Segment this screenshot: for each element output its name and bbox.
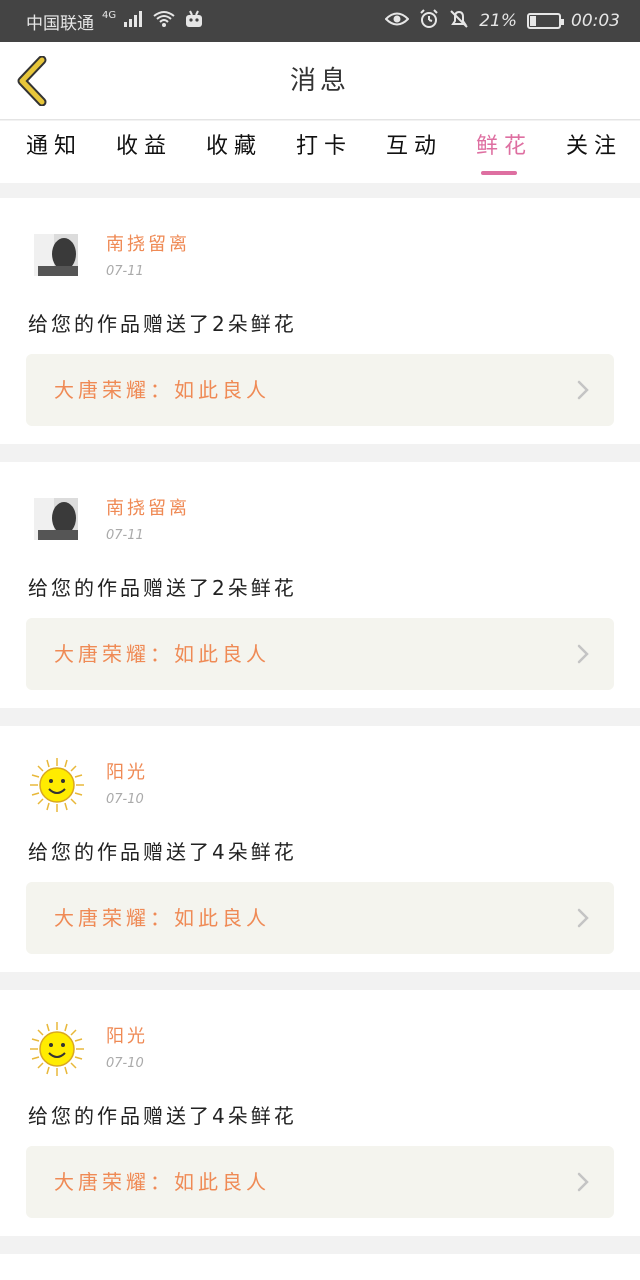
message-text: 给您的作品赠送了2朵鲜花	[28, 312, 297, 336]
username[interactable]: 南挠留离	[106, 230, 190, 256]
tab-interaction[interactable]: 互动	[386, 121, 442, 183]
eye-icon	[384, 11, 410, 32]
tab-checkin[interactable]: 打卡	[296, 121, 352, 183]
page-title: 消息	[289, 66, 350, 96]
user-avatar[interactable]	[28, 228, 86, 286]
status-right: 21% 00:03	[384, 0, 620, 42]
robot-icon	[184, 10, 204, 33]
clock: 00:03	[571, 11, 620, 31]
tab-favorites[interactable]: 收藏	[206, 121, 262, 183]
network-type: 4G	[102, 9, 117, 21]
chevron-right-icon	[577, 908, 589, 928]
message-text: 给您的作品赠送了2朵鲜花	[28, 576, 297, 600]
work-title: 大唐荣耀：如此良人	[54, 1170, 270, 1194]
battery-percent: 21%	[479, 11, 517, 31]
user-avatar[interactable]	[28, 756, 86, 814]
tab-bar: 通知 收益 收藏 打卡 互动 鲜花 关注	[0, 121, 640, 183]
user-avatar[interactable]	[28, 1020, 86, 1078]
chevron-right-icon	[577, 1172, 589, 1192]
chevron-right-icon	[577, 644, 589, 664]
app-header: 消息	[0, 42, 640, 120]
message-date: 07-10	[106, 792, 144, 807]
message-card: 南挠留离 07-11 给您的作品赠送了2朵鲜花 大唐荣耀：如此良人	[0, 462, 640, 708]
status-left: 中国联通 4G	[26, 0, 204, 42]
battery-icon	[527, 13, 564, 29]
carrier-label: 中国联通	[26, 13, 94, 34]
work-title: 大唐荣耀：如此良人	[54, 642, 270, 666]
message-card: 阳光 07-10 给您的作品赠送了4朵鲜花 大唐荣耀：如此良人	[0, 726, 640, 972]
username[interactable]: 阳光	[106, 758, 148, 784]
username[interactable]: 南挠留离	[106, 494, 190, 520]
work-link[interactable]: 大唐荣耀：如此良人	[26, 1146, 614, 1218]
work-title: 大唐荣耀：如此良人	[54, 906, 270, 930]
status-bar: 中国联通 4G 21% 00:03	[0, 0, 640, 42]
message-date: 07-11	[106, 528, 144, 543]
message-date: 07-10	[106, 1056, 144, 1071]
message-date: 07-11	[106, 264, 144, 279]
tab-earnings[interactable]: 收益	[116, 121, 172, 183]
tab-notifications[interactable]: 通知	[26, 121, 82, 183]
message-text: 给您的作品赠送了4朵鲜花	[28, 840, 297, 864]
battery-level	[530, 16, 536, 26]
signal-icon	[124, 10, 144, 32]
message-text: 给您的作品赠送了4朵鲜花	[28, 1104, 297, 1128]
tab-follow[interactable]: 关注	[566, 121, 622, 183]
active-tab-indicator	[481, 171, 517, 175]
message-card: 南挠留离 07-11 给您的作品赠送了2朵鲜花 大唐荣耀：如此良人	[0, 198, 640, 444]
work-title: 大唐荣耀：如此良人	[54, 378, 270, 402]
wifi-icon	[152, 10, 176, 33]
message-card-partial	[0, 1254, 640, 1280]
work-link[interactable]: 大唐荣耀：如此良人	[26, 354, 614, 426]
alarm-icon	[419, 8, 439, 34]
work-link[interactable]: 大唐荣耀：如此良人	[26, 882, 614, 954]
work-link[interactable]: 大唐荣耀：如此良人	[26, 618, 614, 690]
user-avatar[interactable]	[28, 492, 86, 550]
chevron-right-icon	[577, 380, 589, 400]
message-card: 阳光 07-10 给您的作品赠送了4朵鲜花 大唐荣耀：如此良人	[0, 990, 640, 1236]
mute-notification-icon	[449, 9, 469, 34]
username[interactable]: 阳光	[106, 1022, 148, 1048]
